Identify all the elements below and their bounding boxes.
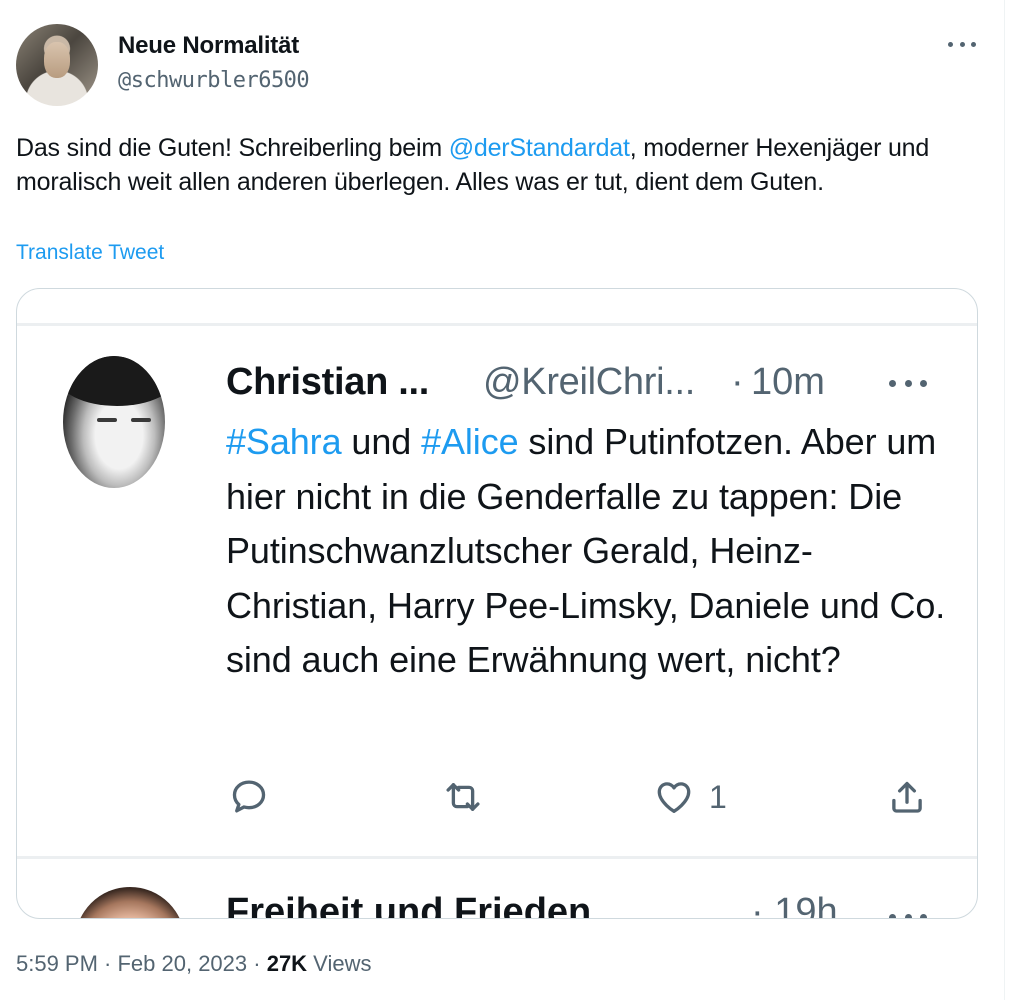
embedded-separator: ·: [731, 361, 744, 403]
embedded-more-icon: [889, 377, 927, 389]
author-handle[interactable]: @schwurbler6500: [118, 68, 310, 93]
divider: [17, 856, 977, 859]
next-tweet-author-name: Freiheit und Frieden: [226, 891, 592, 919]
mention-link[interactable]: @derStandardat: [449, 134, 630, 162]
tweet-meta: 5:59 PM · Feb 20, 2023 · 27K Views: [16, 951, 371, 977]
attached-image[interactable]: Christian ... @KreilChri... · 10m #Sahra…: [16, 288, 978, 919]
hashtag: #Sahra: [226, 421, 342, 462]
reply-icon: [228, 775, 270, 819]
embedded-avatar: [63, 356, 165, 488]
tweet-text-part: Das sind die Guten! Schreiberling beim: [16, 134, 449, 162]
like-icon: 1: [653, 775, 727, 819]
embedded-time: 10m: [751, 361, 825, 403]
retweet-icon: [442, 775, 484, 819]
embedded-text-part: und: [341, 421, 422, 462]
next-tweet-more-icon: [889, 911, 927, 918]
hashtag: #Alice: [421, 421, 519, 462]
like-count: 1: [709, 778, 727, 815]
more-options-icon[interactable]: [948, 34, 976, 54]
share-icon: [886, 775, 928, 819]
timestamp[interactable]: 5:59 PM · Feb 20, 2023 ·: [16, 951, 267, 976]
column-divider: [1004, 0, 1005, 1000]
divider: [17, 323, 977, 326]
user-avatar[interactable]: [16, 24, 98, 106]
embedded-author-name: Christian ...: [226, 361, 430, 403]
views-count[interactable]: 27K: [267, 951, 307, 976]
embedded-tweet-text: #Sahra und #Alice sind Putinfotzen. Aber…: [226, 415, 946, 688]
embedded-author-handle: @KreilChri...: [483, 361, 696, 403]
next-tweet-avatar: [75, 887, 185, 918]
author-display-name[interactable]: Neue Normalität: [118, 32, 299, 60]
translate-tweet-link[interactable]: Translate Tweet: [16, 241, 164, 265]
tweet-text: Das sind die Guten! Schreiberling beim @…: [16, 131, 986, 199]
next-tweet-time: · 19h: [751, 891, 838, 919]
views-label: Views: [307, 951, 372, 976]
